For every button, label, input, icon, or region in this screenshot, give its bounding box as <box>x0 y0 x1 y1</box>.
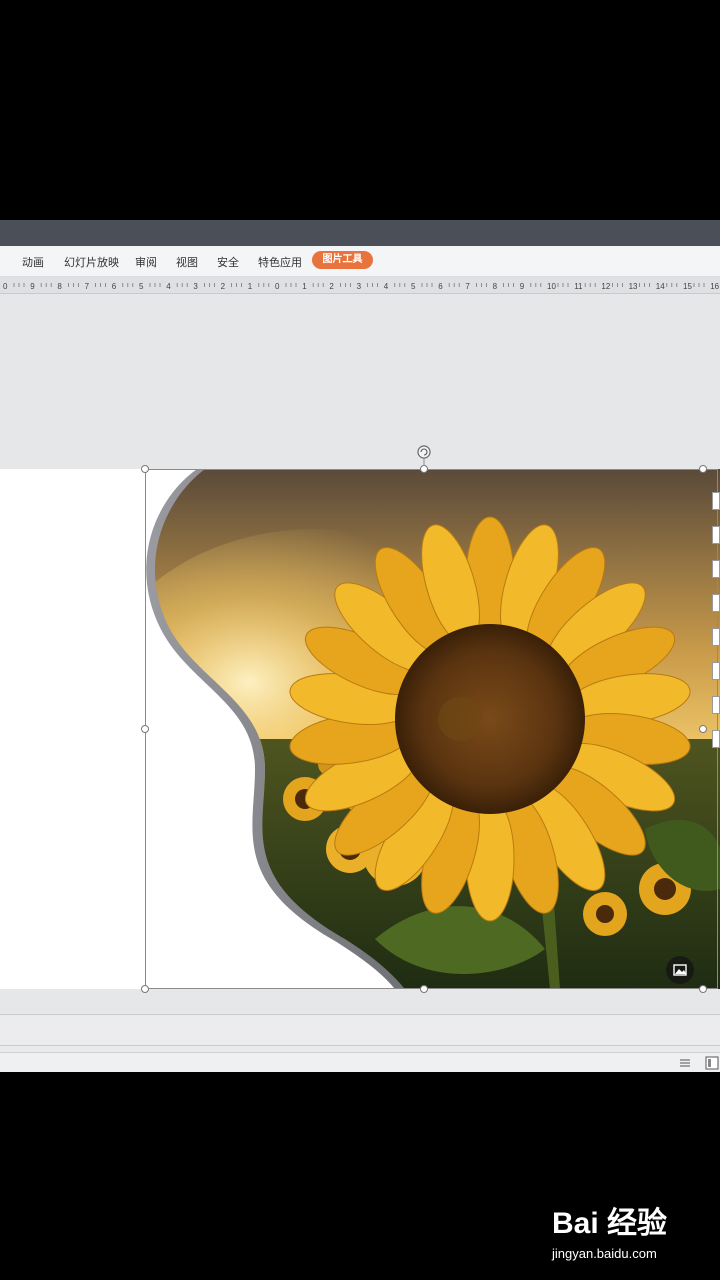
side-tool-2[interactable] <box>712 526 720 544</box>
side-tool-3[interactable] <box>712 560 720 578</box>
menu-view[interactable]: 视图 <box>176 254 198 270</box>
ruler-label: 5 <box>411 282 416 291</box>
ruler-label: 15 <box>683 282 692 291</box>
rotate-icon[interactable] <box>414 444 434 468</box>
ruler-label: 6 <box>112 282 117 291</box>
ribbon-menu-bar: 动画 幻灯片放映 审阅 视图 安全 特色应用 图片工具 <box>0 246 720 277</box>
ruler-label: 3 <box>357 282 362 291</box>
resize-handle-top-left[interactable] <box>141 465 149 473</box>
ruler-label: 5 <box>139 282 144 291</box>
ruler-label: 13 <box>629 282 638 291</box>
side-tool-7[interactable] <box>712 696 720 714</box>
menu-review[interactable]: 审阅 <box>135 254 157 270</box>
resize-handle-bottom[interactable] <box>420 985 428 993</box>
picture-frame[interactable] <box>145 469 720 989</box>
picture-icon <box>673 964 687 976</box>
sunflower-picture[interactable] <box>145 469 720 989</box>
ruler-label: 9 <box>30 282 35 291</box>
watermark-logo: Bai 经验 <box>552 1207 668 1240</box>
ruler-label: 8 <box>493 282 498 291</box>
ruler-label: 3 <box>193 282 198 291</box>
ruler-ticks: 0 9 8 7 6 5 4 3 2 1 0 1 2 3 4 5 6 7 8 9 10 11 12 13 14 15 16 <box>3 282 720 291</box>
notes-toggle-icon[interactable] <box>678 1057 694 1069</box>
resize-handle-left[interactable] <box>141 725 149 733</box>
slide-blank-region <box>0 469 145 989</box>
side-tool-1[interactable] <box>712 492 720 510</box>
menu-slideshow[interactable]: 幻灯片放映 <box>64 254 119 270</box>
ruler-label: 2 <box>221 282 226 291</box>
ruler-label: 2 <box>329 282 334 291</box>
ruler-label: 16 <box>710 282 719 291</box>
presentation-app-window: 动画 幻灯片放映 审阅 视图 安全 特色应用 图片工具 098765432101… <box>0 220 720 1072</box>
baidu-jingyan-watermark: Bai 经验 jingyan.baidu.com <box>552 1198 692 1268</box>
ruler-label: 7 <box>85 282 90 291</box>
resize-handle-top-right[interactable] <box>699 465 707 473</box>
picture-quick-button[interactable] <box>666 956 694 984</box>
tab-picture-tools[interactable]: 图片工具 <box>312 251 373 269</box>
ruler-label: 0 <box>275 282 280 291</box>
menu-security[interactable]: 安全 <box>217 254 239 270</box>
normal-view-icon[interactable] <box>704 1055 720 1071</box>
ruler-label: 8 <box>57 282 62 291</box>
picture-side-toolbar <box>712 474 720 774</box>
title-bar <box>0 220 720 246</box>
ruler-label: 7 <box>465 282 470 291</box>
ruler-label: 9 <box>520 282 525 291</box>
resize-handle-bottom-right[interactable] <box>699 985 707 993</box>
status-bar <box>0 1052 720 1072</box>
horizontal-ruler: 0 9 8 7 6 5 4 3 2 1 0 1 2 3 4 5 6 7 8 9 10 11 12 13 14 15 16 <box>0 277 720 294</box>
ruler-label: 14 <box>656 282 665 291</box>
side-tool-4[interactable] <box>712 594 720 612</box>
resize-handle-bottom-left[interactable] <box>141 985 149 993</box>
notes-pane[interactable] <box>0 1014 720 1046</box>
ruler-label: 4 <box>384 282 389 291</box>
ruler-label: 1 <box>248 282 253 291</box>
side-tool-8[interactable] <box>712 730 720 748</box>
side-tool-5[interactable] <box>712 628 720 646</box>
slide-canvas-area <box>0 294 720 1014</box>
ruler-label: 0 <box>3 282 8 291</box>
ruler-label: 4 <box>166 282 171 291</box>
ruler-label: 1 <box>302 282 307 291</box>
ruler-label: 11 <box>574 282 583 291</box>
watermark-site: jingyan.baidu.com <box>552 1246 657 1261</box>
resize-handle-right[interactable] <box>699 725 707 733</box>
menu-special-apps[interactable]: 特色应用 <box>258 254 302 270</box>
menu-animation[interactable]: 动画 <box>22 254 44 270</box>
ruler-label: 12 <box>601 282 610 291</box>
ruler-label: 10 <box>547 282 556 291</box>
side-tool-6[interactable] <box>712 662 720 680</box>
ruler-label: 6 <box>438 282 443 291</box>
